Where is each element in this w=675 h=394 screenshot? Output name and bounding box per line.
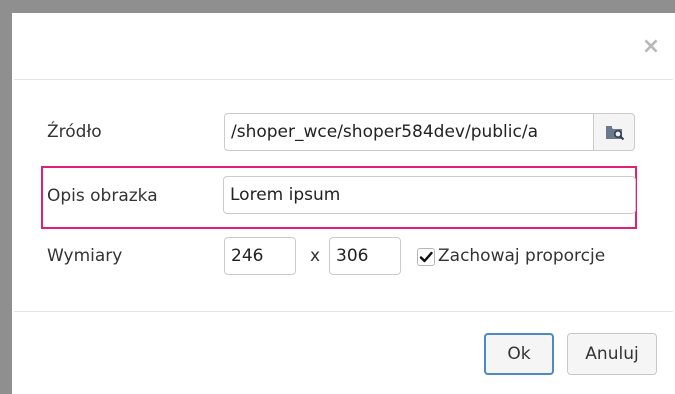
height-input[interactable]: 306 xyxy=(329,237,401,275)
keep-ratio-checkbox[interactable] xyxy=(417,248,435,266)
backdrop-left xyxy=(0,0,12,394)
backdrop-top xyxy=(12,0,675,13)
cancel-button[interactable]: Anuluj xyxy=(567,333,657,375)
screen: × Źródło /shoper_wce/shoper584dev/public… xyxy=(0,0,675,394)
browse-button[interactable] xyxy=(593,113,635,151)
description-input[interactable]: Lorem ipsum xyxy=(223,176,636,214)
close-button[interactable]: × xyxy=(641,34,661,60)
dialog-header: × xyxy=(14,15,673,80)
ok-button[interactable]: Ok xyxy=(484,333,554,375)
dimensions-label: Wymiary xyxy=(47,246,123,266)
image-properties-dialog: × Źródło /shoper_wce/shoper584dev/public… xyxy=(14,15,673,390)
dimension-separator: x xyxy=(310,246,321,266)
width-input[interactable]: 246 xyxy=(224,237,296,275)
description-label: Opis obrazka xyxy=(47,186,158,206)
source-label: Źródło xyxy=(47,122,102,142)
source-input[interactable]: /shoper_wce/shoper584dev/public/a xyxy=(224,113,594,151)
keep-ratio-label[interactable]: Zachowaj proporcje xyxy=(438,246,605,266)
